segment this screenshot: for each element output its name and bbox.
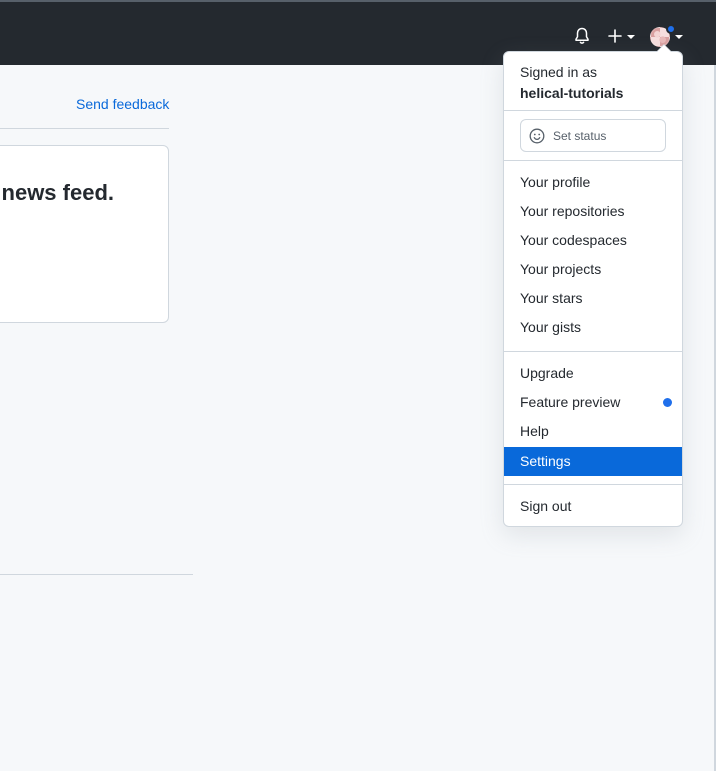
username[interactable]: helical-tutorials (520, 83, 623, 104)
menu-item-your-projects[interactable]: Your projects (504, 255, 682, 284)
user-dropdown-menu: Signed in as helical-tutorials Set statu… (503, 44, 683, 527)
divider (0, 574, 193, 575)
menu-divider (504, 351, 682, 352)
smiley-icon (529, 128, 545, 144)
card-title: news feed. (1, 180, 114, 205)
menu-item-your-codespaces[interactable]: Your codespaces (504, 226, 682, 255)
notification-dot-icon (666, 24, 676, 34)
menu-item-your-repositories[interactable]: Your repositories (504, 197, 682, 226)
caret-down-icon (627, 35, 635, 39)
create-new-dropdown[interactable] (607, 26, 637, 46)
divider (0, 128, 169, 129)
new-indicator-dot-icon (663, 398, 672, 407)
plus-icon (608, 29, 622, 43)
menu-item-feature-preview[interactable]: Feature preview (504, 388, 682, 417)
menu-item-your-profile[interactable]: Your profile (504, 168, 682, 197)
set-status-label: Set status (553, 128, 607, 143)
menu-divider (504, 160, 682, 161)
menu-item-your-gists[interactable]: Your gists (504, 313, 682, 342)
set-status-button[interactable]: Set status (520, 119, 666, 152)
news-feed-card: news feed. (0, 145, 169, 323)
feature-preview-label: Feature preview (520, 394, 621, 410)
menu-item-upgrade[interactable]: Upgrade (504, 359, 682, 388)
menu-item-help[interactable]: Help (504, 417, 682, 446)
caret-down-icon (675, 35, 683, 39)
signed-in-label: Signed in as (520, 64, 598, 80)
menu-item-your-stars[interactable]: Your stars (504, 284, 682, 313)
menu-item-settings[interactable]: Settings (504, 447, 682, 476)
signed-in-header: Signed in as helical-tutorials (520, 62, 623, 104)
menu-item-sign-out[interactable]: Sign out (504, 492, 682, 521)
menu-divider (504, 110, 682, 111)
send-feedback-link[interactable]: Send feedback (76, 96, 169, 112)
menu-divider (504, 484, 682, 485)
bell-icon[interactable] (574, 26, 592, 46)
